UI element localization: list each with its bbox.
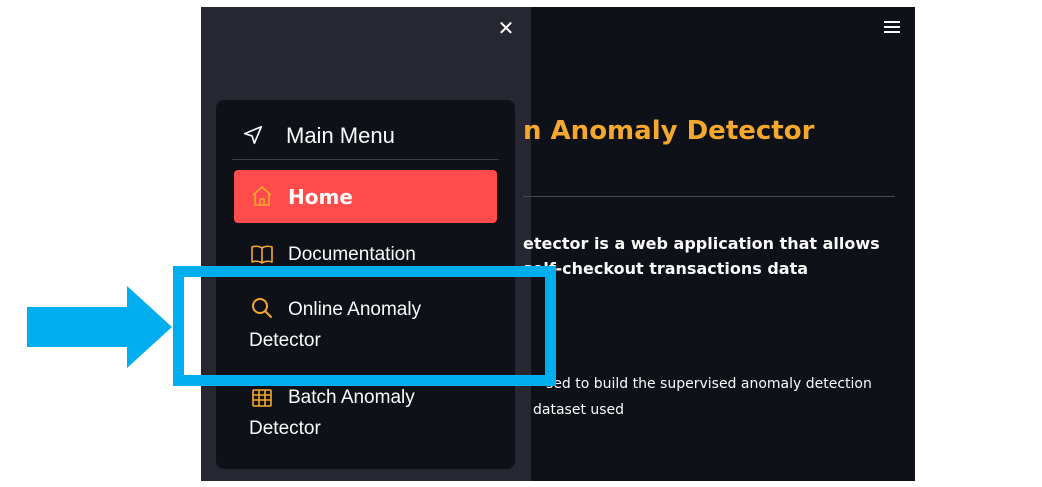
sidebar: ✕ Main Menu Home Documentation Online An… <box>201 7 531 481</box>
menu-item-label-continued: Detector <box>249 418 321 439</box>
menu-title: Main Menu <box>286 123 395 148</box>
body-text: sed to build the supervised anomaly dete… <box>546 376 872 392</box>
arrow-icon <box>27 286 172 368</box>
home-icon <box>252 186 272 206</box>
menu-item-label: Batch Anomaly <box>288 387 415 408</box>
body-text: dataset used <box>533 402 625 418</box>
divider <box>523 196 895 197</box>
menu-item-batch-anomaly-detector[interactable]: Batch Anomaly Detector <box>234 382 497 442</box>
book-icon <box>251 245 273 264</box>
hamburger-icon[interactable] <box>884 21 900 35</box>
table-icon <box>252 389 272 407</box>
menu-item-label: Documentation <box>288 244 416 265</box>
highlight-box <box>173 266 556 386</box>
close-icon[interactable]: ✕ <box>497 18 515 38</box>
intro-text: etector is a web application that allows… <box>523 231 903 281</box>
menu-item-home[interactable]: Home <box>234 170 497 223</box>
intro-line: self-checkout transactions data <box>523 259 809 278</box>
menu-item-label: Home <box>288 185 353 209</box>
page-title: n Anomaly Detector <box>523 116 815 146</box>
menu-header: Main Menu <box>232 118 499 160</box>
navigation-icon <box>243 125 263 145</box>
intro-line: etector is a web application that allows <box>523 234 880 253</box>
app-window: ✕ Main Menu Home Documentation Online An… <box>201 7 915 481</box>
